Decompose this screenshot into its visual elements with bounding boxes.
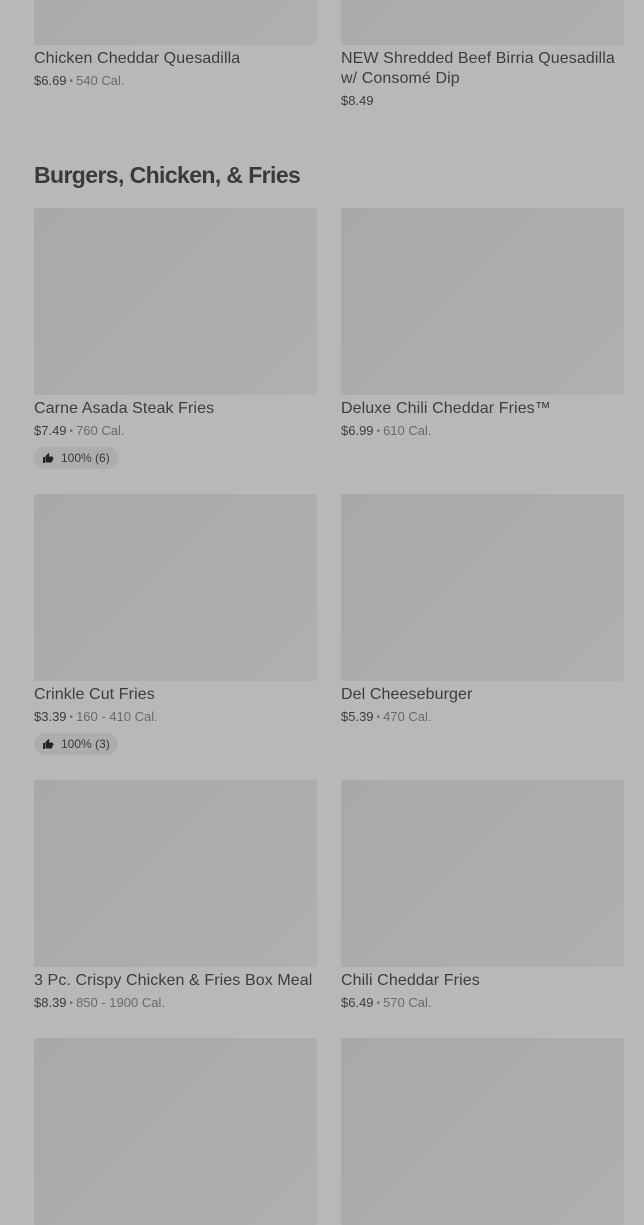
section-grid-row: 3 Pc. Crispy Chicken & Fries Box Meal $8… xyxy=(34,780,624,1013)
item-calories: 160 - 410 Cal. xyxy=(76,709,158,724)
menu-item-card[interactable]: Del Cheeseburger $5.39 • 470 Cal. xyxy=(341,494,624,755)
item-price: $8.49 xyxy=(341,93,374,108)
item-image[interactable] xyxy=(34,780,317,967)
item-price: $6.99 xyxy=(341,423,374,438)
item-calories: 610 Cal. xyxy=(383,423,432,438)
rating-badge: 100% (6) xyxy=(34,447,118,469)
menu-item-card[interactable] xyxy=(341,1038,624,1225)
item-name: Chicken Cheddar Quesadilla xyxy=(34,50,241,67)
menu-item-card[interactable]: NEW Shredded Beef Birria Quesadilla w/ C… xyxy=(341,0,624,110)
item-name: Carne Asada Steak Fries xyxy=(34,400,215,417)
item-meta: $8.39 • 850 - 1900 Cal. xyxy=(34,994,317,1013)
item-meta: $8.49 xyxy=(341,92,624,110)
rating-text: 100% (3) xyxy=(61,737,110,751)
item-image[interactable] xyxy=(341,1038,624,1225)
item-name: 3 Pc. Crispy Chicken & Fries Box Meal xyxy=(34,972,313,989)
section-grid-row: Crinkle Cut Fries $3.39 • 160 - 410 Cal. 1… xyxy=(34,494,624,755)
item-price: $3.39 xyxy=(34,709,67,724)
meta-separator: • xyxy=(69,998,74,1009)
menu-item-card[interactable]: Chili Cheddar Fries $6.49 • 570 Cal. xyxy=(341,780,624,1013)
meta-separator: • xyxy=(376,712,381,723)
item-meta: $3.39 • 160 - 410 Cal. xyxy=(34,708,317,727)
item-calories: 540 Cal. xyxy=(76,73,125,88)
rating-badge: 100% (3) xyxy=(34,733,118,755)
item-price: $7.49 xyxy=(34,423,67,438)
meta-separator: • xyxy=(69,76,74,87)
item-price: $5.39 xyxy=(341,709,374,724)
item-meta: $7.49 • 760 Cal. xyxy=(34,422,317,441)
item-price: $6.49 xyxy=(341,995,374,1010)
thumbs-up-icon xyxy=(43,453,54,463)
section-title: Burgers, Chicken, & Fries xyxy=(34,162,301,188)
item-meta: $6.49 • 570 Cal. xyxy=(341,994,624,1013)
item-image[interactable] xyxy=(341,0,624,45)
item-image[interactable] xyxy=(341,208,624,395)
section-grid-row xyxy=(34,1038,624,1225)
item-calories: 470 Cal. xyxy=(383,709,432,724)
menu-page: Chicken Cheddar Quesadilla $6.69 • 540 Cal… xyxy=(0,0,644,1225)
thumbs-up-icon xyxy=(43,739,54,749)
item-calories: 850 - 1900 Cal. xyxy=(76,995,165,1010)
item-image[interactable] xyxy=(34,208,317,395)
section-grid-row: Carne Asada Steak Fries $7.49 • 760 Cal. 1… xyxy=(34,208,624,469)
item-name: Deluxe Chili Cheddar Fries™ xyxy=(341,400,551,417)
item-image[interactable] xyxy=(34,494,317,681)
item-calories: 760 Cal. xyxy=(76,423,125,438)
item-name: Del Cheeseburger xyxy=(341,686,473,703)
meta-separator: • xyxy=(69,426,74,437)
item-meta: $6.69 • 540 Cal. xyxy=(34,72,317,91)
item-meta: $6.99 • 610 Cal. xyxy=(341,422,624,441)
previous-section-grid: Chicken Cheddar Quesadilla $6.69 • 540 Cal… xyxy=(34,0,624,110)
menu-item-card[interactable]: Deluxe Chili Cheddar Fries™ $6.99 • 610 Ca… xyxy=(341,208,624,469)
menu-item-card[interactable] xyxy=(34,1038,317,1225)
menu-item-card[interactable]: Crinkle Cut Fries $3.39 • 160 - 410 Cal. 1… xyxy=(34,494,317,755)
rating-text: 100% (6) xyxy=(61,451,110,465)
item-image[interactable] xyxy=(341,780,624,967)
meta-separator: • xyxy=(376,426,381,437)
item-image[interactable] xyxy=(34,0,317,45)
item-calories: 570 Cal. xyxy=(383,995,432,1010)
item-name: Crinkle Cut Fries xyxy=(34,686,155,703)
item-name: NEW Shredded Beef Birria Quesadilla w/ C… xyxy=(341,50,615,87)
item-price: $8.39 xyxy=(34,995,67,1010)
item-meta: $5.39 • 470 Cal. xyxy=(341,708,624,727)
menu-item-card[interactable]: 3 Pc. Crispy Chicken & Fries Box Meal $8… xyxy=(34,780,317,1013)
menu-item-card[interactable]: Carne Asada Steak Fries $7.49 • 760 Cal. 1… xyxy=(34,208,317,469)
meta-separator: • xyxy=(376,998,381,1009)
menu-item-card[interactable]: Chicken Cheddar Quesadilla $6.69 • 540 Cal… xyxy=(34,0,317,110)
item-name: Chili Cheddar Fries xyxy=(341,972,480,989)
item-price: $6.69 xyxy=(34,73,67,88)
item-image[interactable] xyxy=(34,1038,317,1225)
meta-separator: • xyxy=(69,712,74,723)
item-image[interactable] xyxy=(341,494,624,681)
